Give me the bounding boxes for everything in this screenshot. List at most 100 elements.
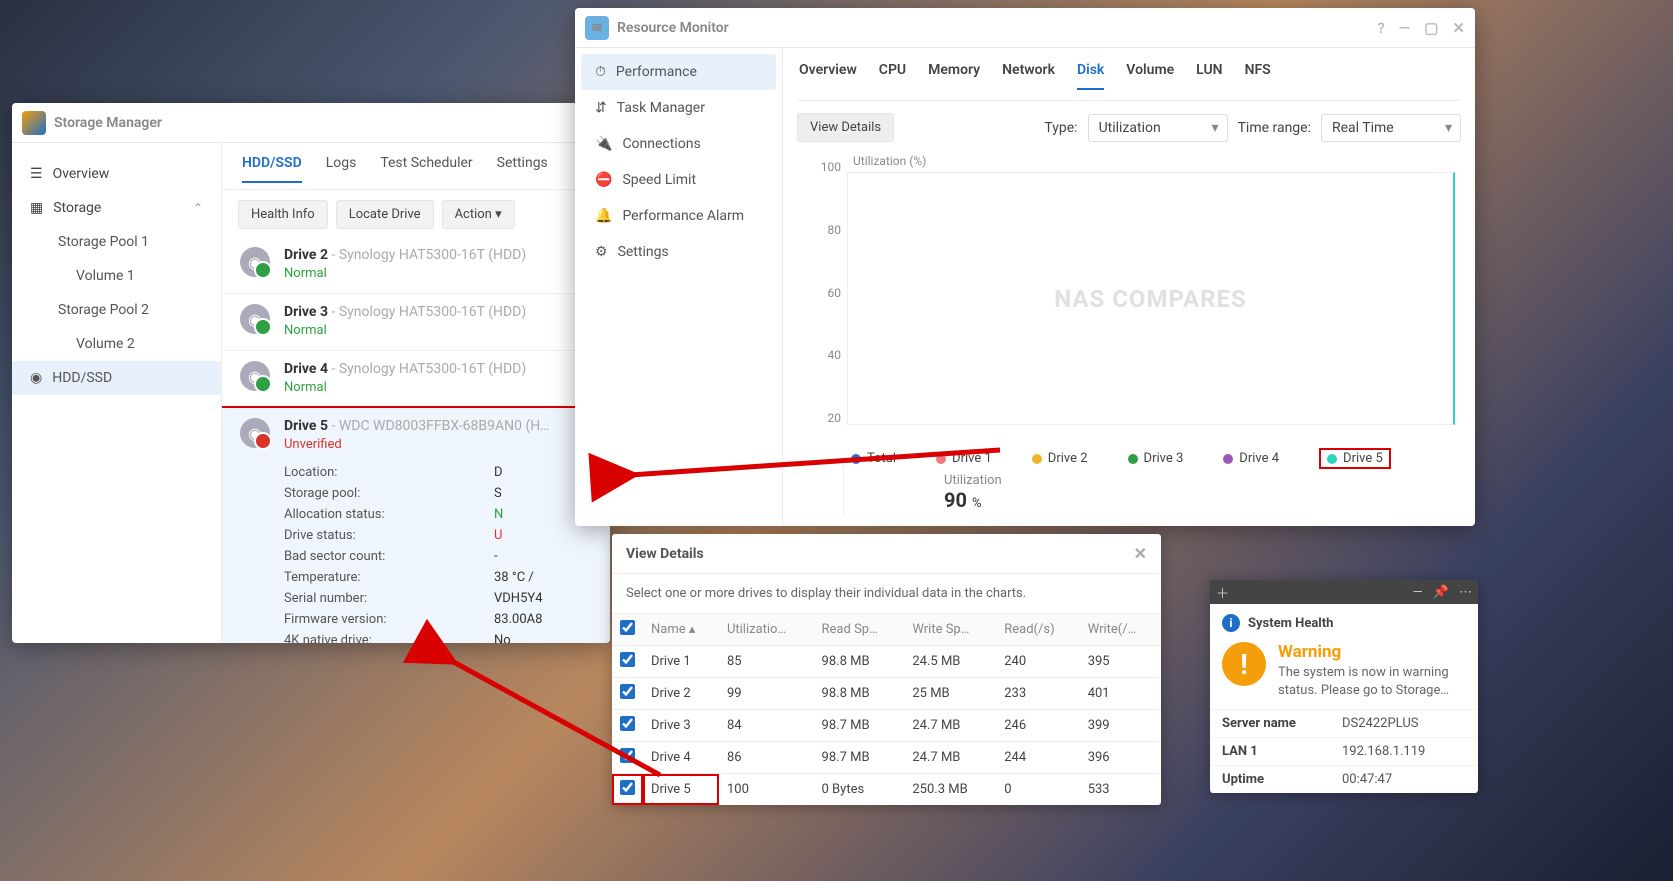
tab-volume[interactable]: Volume bbox=[1126, 62, 1174, 90]
col-writes[interactable]: Write(/… bbox=[1080, 614, 1161, 646]
pin-icon[interactable]: 📌 bbox=[1433, 585, 1449, 600]
col-write[interactable]: Write Sp… bbox=[904, 614, 996, 646]
tab-disk[interactable]: Disk bbox=[1077, 62, 1104, 90]
view-details-title: View Details bbox=[626, 546, 704, 562]
view-details-header[interactable]: View Details ✕ bbox=[612, 534, 1161, 574]
col-read[interactable]: Read Sp… bbox=[814, 614, 905, 646]
resource-monitor-titlebar[interactable]: ≋ Resource Monitor ? — ▢ ✕ bbox=[575, 8, 1475, 48]
widget-bar[interactable]: ＋ — 📌 ⋯ bbox=[1210, 580, 1478, 604]
sidebar-item-speed-limit[interactable]: ⛔Speed Limit bbox=[581, 162, 776, 198]
check-all[interactable] bbox=[620, 620, 635, 635]
table-row[interactable]: Drive 1 85 98.8 MB 24.5 MB 240 395 bbox=[612, 646, 1161, 678]
sidebar-item-settings[interactable]: ⚙Settings bbox=[581, 234, 776, 270]
resource-monitor-sidebar: ⏱Performance ⇵Task Manager 🔌Connections … bbox=[575, 48, 783, 526]
sidebar-item-overview[interactable]: ☰Overview bbox=[12, 157, 221, 191]
detail-value: U bbox=[494, 528, 502, 543]
cell-name: Drive 4 bbox=[643, 742, 719, 774]
tab-overview[interactable]: Overview bbox=[799, 62, 857, 90]
cell-read: 98.8 MB bbox=[814, 678, 905, 710]
util-value: 90 % bbox=[944, 488, 1451, 512]
col-name[interactable]: Name ▴ bbox=[643, 614, 719, 646]
info-icon: i bbox=[1222, 614, 1240, 632]
legend-drive1[interactable]: Drive 1 bbox=[936, 448, 992, 469]
table-row[interactable]: Drive 2 99 98.8 MB 25 MB 233 401 bbox=[612, 678, 1161, 710]
maximize-icon[interactable]: ▢ bbox=[1424, 19, 1438, 37]
legend-drive5[interactable]: Drive 5 bbox=[1319, 448, 1391, 469]
minimize-icon[interactable]: — bbox=[1413, 585, 1423, 600]
sidebar-item-storage[interactable]: ▦Storage⌃ bbox=[12, 191, 221, 225]
sidebar-item-volume2[interactable]: Volume 2 bbox=[12, 327, 221, 361]
drive-row[interactable]: ◉ Drive 2 - Synology HAT5300-16T (HDD)No… bbox=[222, 237, 610, 294]
drive-status: Unverified bbox=[284, 437, 592, 452]
add-icon[interactable]: ＋ bbox=[1216, 583, 1229, 602]
row-check[interactable] bbox=[620, 780, 635, 795]
row-check[interactable] bbox=[620, 652, 635, 667]
sidebar-label: Performance Alarm bbox=[622, 208, 744, 224]
tab-cpu[interactable]: CPU bbox=[879, 62, 906, 90]
action-button[interactable]: Action ▾ bbox=[442, 200, 515, 229]
warning-icon: ! bbox=[1222, 642, 1266, 686]
legend-label: Drive 5 bbox=[1343, 451, 1383, 466]
sidebar-label: Connections bbox=[622, 136, 700, 152]
sidebar-item-performance-alarm[interactable]: 🔔Performance Alarm bbox=[581, 198, 776, 234]
drive-row[interactable]: ◉ Drive 3 - Synology HAT5300-16T (HDD)No… bbox=[222, 294, 610, 351]
chevron-down-icon: ▾ bbox=[495, 207, 502, 222]
legend-drive2[interactable]: Drive 2 bbox=[1032, 448, 1088, 469]
legend-label: Total bbox=[867, 451, 896, 466]
sidebar-item-pool2[interactable]: Storage Pool 2 bbox=[12, 293, 221, 327]
tab-test-scheduler[interactable]: Test Scheduler bbox=[380, 155, 472, 183]
drive-row[interactable]: ◉ Drive 4 - Synology HAT5300-16T (HDD)No… bbox=[222, 351, 610, 408]
view-details-button[interactable]: View Details bbox=[797, 113, 894, 142]
detail-value: D bbox=[494, 465, 503, 480]
cell-reads: 244 bbox=[996, 742, 1079, 774]
tab-nfs[interactable]: NFS bbox=[1245, 62, 1271, 90]
tab-hdd-ssd[interactable]: HDD/SSD bbox=[242, 155, 302, 183]
table-row[interactable]: Drive 4 86 98.7 MB 24.7 MB 244 396 bbox=[612, 742, 1161, 774]
legend-total[interactable]: Total bbox=[851, 448, 896, 469]
col-util[interactable]: Utilizatio… bbox=[719, 614, 814, 646]
col-check[interactable] bbox=[612, 614, 643, 646]
tab-settings[interactable]: Settings bbox=[497, 155, 548, 183]
storage-manager-titlebar[interactable]: Storage Manager bbox=[12, 103, 610, 143]
row-check[interactable] bbox=[620, 684, 635, 699]
minimize-icon[interactable]: — bbox=[1399, 19, 1411, 37]
sidebar-item-connections[interactable]: 🔌Connections bbox=[581, 126, 776, 162]
tab-lun[interactable]: LUN bbox=[1196, 62, 1222, 90]
detail-value: N bbox=[494, 507, 503, 522]
health-info-button[interactable]: Health Info bbox=[238, 200, 328, 229]
chart-plot-area: NAS COMPARES bbox=[847, 172, 1455, 425]
time-range-select[interactable]: Real Time bbox=[1321, 114, 1461, 142]
legend-drive3[interactable]: Drive 3 bbox=[1128, 448, 1184, 469]
row-check[interactable] bbox=[620, 716, 635, 731]
sidebar-item-task-manager[interactable]: ⇵Task Manager bbox=[581, 90, 776, 126]
table-row[interactable]: Drive 5 100 0 Bytes 250.3 MB 0 533 bbox=[612, 774, 1161, 806]
chart-title: Utilization (%) bbox=[853, 154, 926, 168]
storage-toolbar: Health Info Locate Drive Action ▾ bbox=[222, 190, 610, 237]
type-select[interactable]: Utilization bbox=[1088, 114, 1228, 142]
col-reads[interactable]: Read(/s) bbox=[996, 614, 1079, 646]
perf-tabs: Overview CPU Memory Network Disk Volume … bbox=[797, 48, 1461, 101]
tab-logs[interactable]: Logs bbox=[326, 155, 357, 183]
dots-icon[interactable]: ⋯ bbox=[1459, 585, 1472, 600]
tab-network[interactable]: Network bbox=[1002, 62, 1055, 90]
sidebar-label: Volume 2 bbox=[76, 336, 135, 352]
kv-key: LAN 1 bbox=[1222, 744, 1342, 759]
sidebar-item-hdd-ssd[interactable]: ◉HDD/SSD bbox=[12, 361, 221, 395]
help-icon[interactable]: ? bbox=[1377, 19, 1384, 37]
sidebar-item-performance[interactable]: ⏱Performance bbox=[581, 54, 776, 90]
sidebar-item-volume1[interactable]: Volume 1 bbox=[12, 259, 221, 293]
sidebar-item-pool1[interactable]: Storage Pool 1 bbox=[12, 225, 221, 259]
drive-row-selected[interactable]: ◉ Drive 5 - WDC WD8003FFBX-68B9AN0 (H…7 … bbox=[222, 406, 610, 643]
tab-memory[interactable]: Memory bbox=[928, 62, 980, 90]
cell-name: Drive 2 bbox=[643, 678, 719, 710]
legend-drive4[interactable]: Drive 4 bbox=[1223, 448, 1279, 469]
drive-model: - Synology HAT5300-16T (HDD) bbox=[332, 361, 527, 377]
locate-drive-button[interactable]: Locate Drive bbox=[336, 200, 434, 229]
cell-writes: 399 bbox=[1080, 710, 1161, 742]
close-icon[interactable]: ✕ bbox=[1134, 544, 1147, 563]
row-check[interactable] bbox=[620, 748, 635, 763]
cell-read: 98.7 MB bbox=[814, 710, 905, 742]
table-row[interactable]: Drive 3 84 98.7 MB 24.7 MB 246 399 bbox=[612, 710, 1161, 742]
close-icon[interactable]: ✕ bbox=[1452, 19, 1465, 37]
cell-write: 250.3 MB bbox=[904, 774, 996, 806]
